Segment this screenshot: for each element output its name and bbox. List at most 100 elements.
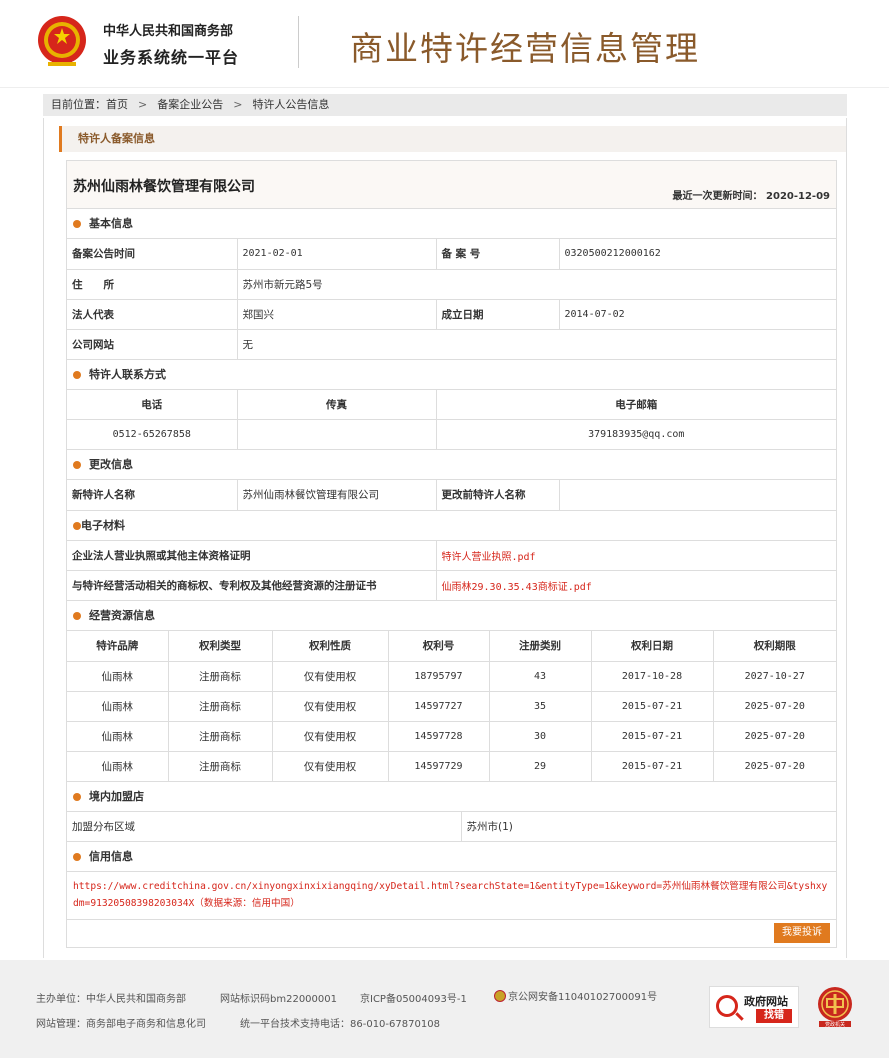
party-gov-badge-label: 党政机关	[825, 1021, 845, 1028]
franchise-title: 境内加盟店	[67, 782, 836, 812]
column-header: 权利性质	[272, 631, 389, 662]
table-cell: 35	[489, 691, 592, 722]
resources-title: 经营资源信息	[67, 601, 836, 631]
table-cell: 注册商标	[168, 691, 273, 722]
police-badge-icon	[494, 990, 506, 1002]
table-cell: 2015-07-21	[591, 721, 714, 752]
table-cell: 注册商标	[168, 751, 273, 782]
email-value: 379183935@qq.com	[436, 419, 836, 450]
footer-support: 统一平台技术支持电话：86-010-67870108	[240, 1019, 440, 1030]
bullet-icon	[73, 521, 81, 530]
basic-info-title: 基本信息	[67, 209, 836, 239]
table-cell: 仅有使用权	[272, 751, 389, 782]
table-cell: 2025-07-20	[713, 751, 836, 782]
table-row: 仙雨林 注册商标 仅有使用权 14597728 30 2015-07-21 20…	[67, 721, 836, 752]
table-cell: 2015-07-21	[591, 751, 714, 782]
company-header: 苏州仙雨林餐饮管理有限公司 最近一次更新时间： 2020-12-09	[67, 161, 836, 209]
bullet-icon	[73, 461, 81, 469]
bullet-icon	[73, 612, 81, 620]
table-cell: 2025-07-20	[713, 691, 836, 722]
resources-label: 经营资源信息	[89, 609, 155, 622]
credit-title: 信用信息	[67, 842, 836, 872]
fax-header: 传真	[237, 389, 437, 420]
footer-icp[interactable]: 京ICP备05004093号-1	[360, 990, 467, 1005]
contact-label: 特许人联系方式	[89, 367, 166, 381]
page-title: 商业特许经营信息管理	[350, 29, 700, 68]
table-cell: 注册商标	[168, 721, 273, 752]
column-header: 权利日期	[591, 631, 714, 662]
contact-title: 特许人联系方式	[67, 360, 836, 390]
footer-site-code: 网站标识码bm22000001	[220, 994, 337, 1005]
new-name-label: 新特许人名称	[67, 480, 238, 511]
breadcrumb-sep: >	[138, 98, 148, 111]
badge-title: 政府网站	[744, 995, 788, 1008]
footer-police-text: 京公网安备11040102700091号	[508, 992, 658, 1003]
party-gov-badge-icon[interactable]: 党政机关	[815, 986, 855, 1028]
email-header: 电子邮箱	[436, 389, 836, 420]
franchise-label: 境内加盟店	[89, 789, 144, 803]
breadcrumb-prefix: 目前位置：	[51, 98, 106, 111]
material-label: 与特许经营活动相关的商标权、专利权及其他经营资源的注册证书	[67, 570, 437, 601]
column-header: 权利期限	[713, 631, 836, 662]
legal-rep-value: 郑国兴	[237, 299, 437, 330]
change-table: 新特许人名称 苏州仙雨林餐饮管理有限公司 更改前特许人名称	[67, 480, 836, 511]
column-header: 注册类别	[489, 631, 592, 662]
magnifier-icon	[716, 995, 738, 1017]
table-cell: 14597729	[388, 751, 490, 782]
new-name-value: 苏州仙雨林餐饮管理有限公司	[237, 480, 437, 511]
gov-site-error-badge[interactable]: 政府网站 找错	[709, 986, 799, 1028]
breadcrumb-announcements[interactable]: 备案企业公告	[157, 94, 223, 116]
found-date-label: 成立日期	[436, 299, 560, 330]
fax-value	[237, 419, 437, 450]
complain-row: 我要投诉	[67, 920, 836, 950]
table-cell: 注册商标	[168, 661, 273, 692]
contact-table: 电话 传真 电子邮箱 0512-65267858 379183935@qq.co…	[67, 389, 836, 450]
found-date-value: 2014-07-02	[559, 299, 836, 330]
update-time: 最近一次更新时间： 2020-12-09	[673, 187, 830, 202]
table-row: 仙雨林 注册商标 仅有使用权 18795797 43 2017-10-28 20…	[67, 661, 836, 692]
column-header: 权利号	[388, 631, 490, 662]
breadcrumb-home[interactable]: 首页	[106, 94, 128, 116]
materials-title: 电子材料	[67, 511, 836, 541]
national-emblem-icon	[38, 16, 86, 66]
breadcrumb-current: 特许人公告信息	[252, 98, 330, 111]
complain-button[interactable]: 我要投诉	[774, 923, 830, 943]
footer-police[interactable]: 京公网安备11040102700091号	[494, 988, 657, 1003]
badge-subtitle: 找错	[756, 1009, 792, 1023]
material-label: 企业法人营业执照或其他主体资格证明	[67, 540, 437, 571]
basic-info-table: 备案公告时间 2021-02-01 备 案 号 0320500212000162…	[67, 239, 836, 360]
credit-label: 信用信息	[89, 850, 133, 863]
update-date: 2020-12-09	[766, 191, 830, 202]
breadcrumb: 目前位置：首页 > 备案企业公告 > 特许人公告信息	[43, 94, 847, 116]
breadcrumb-sep: >	[233, 98, 243, 111]
footer-manage: 网站管理：商务部电子商务和信息化司	[36, 1019, 206, 1030]
table-cell: 仅有使用权	[272, 661, 389, 692]
phone-header: 电话	[67, 389, 238, 420]
table-cell: 仅有使用权	[272, 721, 389, 752]
table-cell: 仙雨林	[67, 661, 169, 692]
address-value: 苏州市新元路5号	[237, 269, 836, 300]
area-label: 加盟分布区域	[67, 811, 462, 842]
header-divider	[298, 16, 299, 68]
material-file-link[interactable]: 特许人营业执照.pdf	[436, 540, 836, 571]
address-label: 住 所	[67, 269, 238, 300]
phone-value: 0512-65267858	[67, 419, 238, 450]
bullet-icon	[73, 220, 81, 228]
credit-link[interactable]: https://www.creditchina.gov.cn/xinyongxi…	[67, 872, 836, 920]
table-cell: 2025-07-20	[713, 721, 836, 752]
table-cell: 30	[489, 721, 592, 752]
table-cell: 14597728	[388, 721, 490, 752]
section-title: 特许人备案信息	[59, 126, 846, 152]
old-name-label: 更改前特许人名称	[436, 480, 560, 511]
table-cell: 18795797	[388, 661, 490, 692]
announce-time-value: 2021-02-01	[237, 239, 437, 270]
table-cell: 仙雨林	[67, 751, 169, 782]
column-header: 权利类型	[168, 631, 273, 662]
material-file-link[interactable]: 仙雨林29.30.35.43商标证.pdf	[436, 570, 836, 601]
change-label: 更改信息	[89, 458, 133, 471]
bullet-icon	[73, 370, 81, 379]
company-name: 苏州仙雨林餐饮管理有限公司	[73, 179, 255, 195]
table-cell: 2015-07-21	[591, 691, 714, 722]
legal-rep-label: 法人代表	[67, 299, 238, 330]
table-cell: 43	[489, 661, 592, 692]
